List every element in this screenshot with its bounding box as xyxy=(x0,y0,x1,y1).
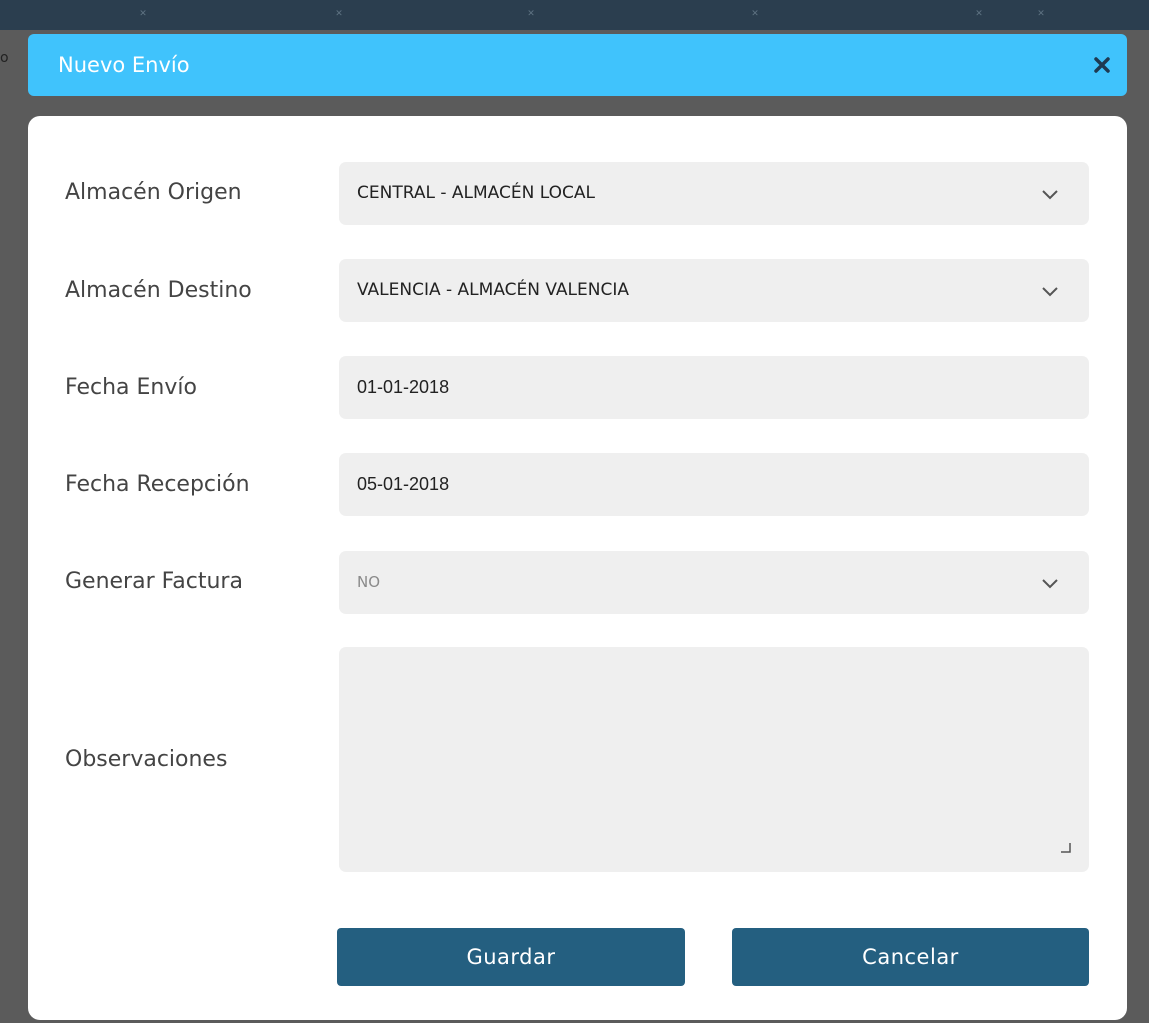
observaciones-textarea[interactable] xyxy=(339,647,1089,872)
background-close-icon: ✕ xyxy=(527,9,535,19)
modal-title: Nuevo Envío xyxy=(58,53,190,77)
almacen-origen-select[interactable]: CENTRAL - ALMACÉN LOCAL xyxy=(339,162,1089,225)
generar-factura-value: NO xyxy=(357,573,381,591)
observaciones-label: Observaciones xyxy=(65,747,228,772)
chevron-down-icon xyxy=(1041,282,1059,300)
resize-handle-icon[interactable] xyxy=(1060,842,1072,854)
fecha-envio-input[interactable]: 01-01-2018 xyxy=(339,356,1089,419)
almacen-origen-value: CENTRAL - ALMACÉN LOCAL xyxy=(357,183,595,203)
chevron-down-icon xyxy=(1041,185,1059,203)
background-close-icon: ✕ xyxy=(335,9,343,19)
close-button[interactable] xyxy=(1091,54,1113,76)
background-close-icon: ✕ xyxy=(1037,9,1045,19)
almacen-destino-label: Almacén Destino xyxy=(65,278,252,303)
fecha-envio-value: 01-01-2018 xyxy=(357,377,450,397)
almacen-destino-select[interactable]: VALENCIA - ALMACÉN VALENCIA xyxy=(339,259,1089,322)
fecha-recepcion-input[interactable]: 05-01-2018 xyxy=(339,453,1089,516)
generar-factura-label: Generar Factura xyxy=(65,569,243,594)
fecha-recepcion-label: Fecha Recepción xyxy=(65,472,250,497)
background-close-icon: ✕ xyxy=(139,9,147,19)
background-close-icon: ✕ xyxy=(751,9,759,19)
almacen-origen-label: Almacén Origen xyxy=(65,180,242,205)
generar-factura-select[interactable]: NO xyxy=(339,551,1089,614)
modal-body: Almacén Origen CENTRAL - ALMACÉN LOCAL A… xyxy=(28,116,1127,1020)
cancel-button[interactable]: Cancelar xyxy=(732,928,1089,986)
close-icon xyxy=(1091,54,1113,76)
save-button[interactable]: Guardar xyxy=(337,928,685,986)
background-top-bar: ✕ ✕ ✕ ✕ ✕ ✕ xyxy=(0,0,1149,30)
background-close-icon: ✕ xyxy=(975,9,983,19)
modal-header: Nuevo Envío xyxy=(28,34,1127,96)
fecha-recepcion-value: 05-01-2018 xyxy=(357,474,450,494)
almacen-destino-value: VALENCIA - ALMACÉN VALENCIA xyxy=(357,280,629,300)
background-text-fragment: o xyxy=(0,50,9,66)
chevron-down-icon xyxy=(1041,574,1059,592)
fecha-envio-label: Fecha Envío xyxy=(65,375,197,400)
